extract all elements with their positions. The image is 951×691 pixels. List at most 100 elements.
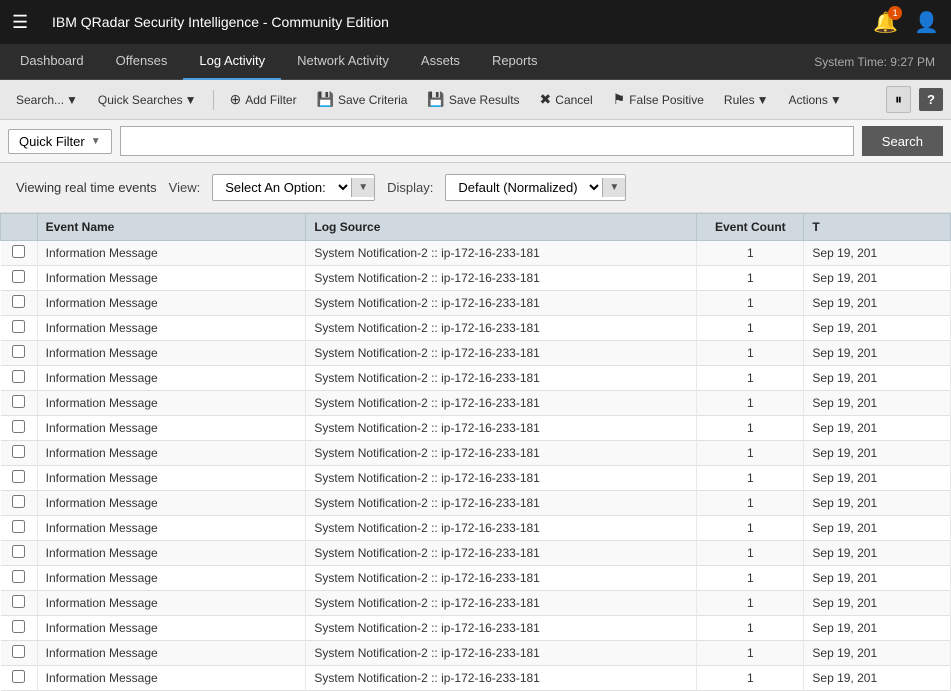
row-log-source: System Notification-2 :: ip-172-16-233-1…: [306, 266, 697, 291]
table-row[interactable]: Information Message System Notification-…: [1, 466, 951, 491]
search-button[interactable]: Search: [862, 126, 943, 156]
row-checkbox[interactable]: [12, 445, 25, 458]
row-checkbox[interactable]: [12, 295, 25, 308]
row-checkbox-cell[interactable]: [1, 566, 38, 591]
nav-assets[interactable]: Assets: [405, 44, 476, 80]
col-header-time[interactable]: T: [804, 214, 951, 241]
row-checkbox-cell[interactable]: [1, 491, 38, 516]
quick-searches-dropdown[interactable]: Quick Searches ▼: [90, 90, 205, 110]
table-row[interactable]: Information Message System Notification-…: [1, 541, 951, 566]
row-checkbox-cell[interactable]: [1, 366, 38, 391]
row-event-name: Information Message: [37, 266, 306, 291]
row-checkbox-cell[interactable]: [1, 441, 38, 466]
display-select-arrow-icon[interactable]: ▼: [602, 178, 625, 197]
nav-reports[interactable]: Reports: [476, 44, 554, 80]
rules-dropdown[interactable]: Rules ▼: [716, 90, 777, 110]
row-checkbox-cell[interactable]: [1, 541, 38, 566]
row-checkbox[interactable]: [12, 320, 25, 333]
table-row[interactable]: Information Message System Notification-…: [1, 266, 951, 291]
row-checkbox[interactable]: [12, 570, 25, 583]
add-filter-button[interactable]: ⊕ Add Filter: [222, 88, 305, 111]
table-row[interactable]: Information Message System Notification-…: [1, 591, 951, 616]
table-row[interactable]: Information Message System Notification-…: [1, 641, 951, 666]
nav-dashboard[interactable]: Dashboard: [4, 44, 100, 80]
table-row[interactable]: Information Message System Notification-…: [1, 366, 951, 391]
table-row[interactable]: Information Message System Notification-…: [1, 241, 951, 266]
nav-offenses[interactable]: Offenses: [100, 44, 184, 80]
table-row[interactable]: Information Message System Notification-…: [1, 441, 951, 466]
search-input[interactable]: [120, 126, 854, 156]
col-header-check: [1, 214, 38, 241]
nav-log-activity[interactable]: Log Activity: [183, 44, 281, 80]
table-row[interactable]: Information Message System Notification-…: [1, 291, 951, 316]
add-filter-icon: ⊕: [230, 91, 242, 108]
row-checkbox[interactable]: [12, 645, 25, 658]
row-checkbox[interactable]: [12, 345, 25, 358]
row-checkbox[interactable]: [12, 370, 25, 383]
row-checkbox[interactable]: [12, 470, 25, 483]
row-checkbox[interactable]: [12, 245, 25, 258]
table-row[interactable]: Information Message System Notification-…: [1, 616, 951, 641]
row-checkbox-cell[interactable]: [1, 316, 38, 341]
display-select[interactable]: Default (Normalized): [446, 175, 602, 200]
nav-network-activity[interactable]: Network Activity: [281, 44, 405, 80]
row-checkbox-cell[interactable]: [1, 416, 38, 441]
rules-label: Rules: [724, 93, 755, 107]
save-criteria-button[interactable]: 💾 Save Criteria: [309, 88, 416, 111]
notification-icon[interactable]: 🔔 1: [873, 10, 898, 35]
row-checkbox[interactable]: [12, 520, 25, 533]
row-log-source: System Notification-2 :: ip-172-16-233-1…: [306, 566, 697, 591]
row-checkbox[interactable]: [12, 545, 25, 558]
hamburger-menu-icon[interactable]: ☰: [12, 12, 36, 33]
col-header-event-name[interactable]: Event Name: [37, 214, 306, 241]
false-positive-button[interactable]: ⚑ False Positive: [605, 88, 712, 111]
row-event-name: Information Message: [37, 416, 306, 441]
row-checkbox[interactable]: [12, 595, 25, 608]
row-checkbox-cell[interactable]: [1, 666, 38, 691]
row-checkbox-cell[interactable]: [1, 241, 38, 266]
row-checkbox[interactable]: [12, 620, 25, 633]
actions-dropdown[interactable]: Actions ▼: [780, 90, 849, 110]
table-row[interactable]: Information Message System Notification-…: [1, 416, 951, 441]
row-checkbox-cell[interactable]: [1, 266, 38, 291]
col-header-event-count[interactable]: Event Count: [697, 214, 804, 241]
table-row[interactable]: Information Message System Notification-…: [1, 566, 951, 591]
col-header-log-source[interactable]: Log Source: [306, 214, 697, 241]
view-select[interactable]: Select An Option:: [213, 175, 351, 200]
help-button[interactable]: ?: [919, 88, 943, 111]
row-checkbox-cell[interactable]: [1, 616, 38, 641]
row-log-source: System Notification-2 :: ip-172-16-233-1…: [306, 666, 697, 691]
row-event-count: 1: [697, 291, 804, 316]
row-checkbox[interactable]: [12, 420, 25, 433]
pause-button[interactable]: ⏸: [886, 86, 911, 113]
row-checkbox-cell[interactable]: [1, 291, 38, 316]
table-row[interactable]: Information Message System Notification-…: [1, 666, 951, 691]
row-time: Sep 19, 201: [804, 366, 951, 391]
row-checkbox-cell[interactable]: [1, 466, 38, 491]
row-checkbox-cell[interactable]: [1, 591, 38, 616]
row-checkbox[interactable]: [12, 495, 25, 508]
table-row[interactable]: Information Message System Notification-…: [1, 516, 951, 541]
row-checkbox-cell[interactable]: [1, 391, 38, 416]
table-row[interactable]: Information Message System Notification-…: [1, 391, 951, 416]
row-checkbox-cell[interactable]: [1, 341, 38, 366]
table-row[interactable]: Information Message System Notification-…: [1, 341, 951, 366]
view-select-arrow-icon[interactable]: ▼: [351, 178, 374, 197]
table-row[interactable]: Information Message System Notification-…: [1, 491, 951, 516]
user-icon[interactable]: 👤: [914, 10, 939, 35]
row-checkbox-cell[interactable]: [1, 641, 38, 666]
row-log-source: System Notification-2 :: ip-172-16-233-1…: [306, 491, 697, 516]
cancel-button[interactable]: ✖ Cancel: [532, 88, 601, 111]
table-row[interactable]: Information Message System Notification-…: [1, 316, 951, 341]
viewing-text: Viewing real time events: [16, 180, 157, 195]
row-checkbox[interactable]: [12, 670, 25, 683]
quick-filter-button[interactable]: Quick Filter ▼: [8, 129, 112, 154]
search-dropdown[interactable]: Search... ▼: [8, 90, 86, 110]
row-checkbox[interactable]: [12, 270, 25, 283]
row-time: Sep 19, 201: [804, 441, 951, 466]
row-time: Sep 19, 201: [804, 391, 951, 416]
save-results-button[interactable]: 💾 Save Results: [419, 88, 527, 111]
row-log-source: System Notification-2 :: ip-172-16-233-1…: [306, 366, 697, 391]
row-checkbox[interactable]: [12, 395, 25, 408]
row-checkbox-cell[interactable]: [1, 516, 38, 541]
